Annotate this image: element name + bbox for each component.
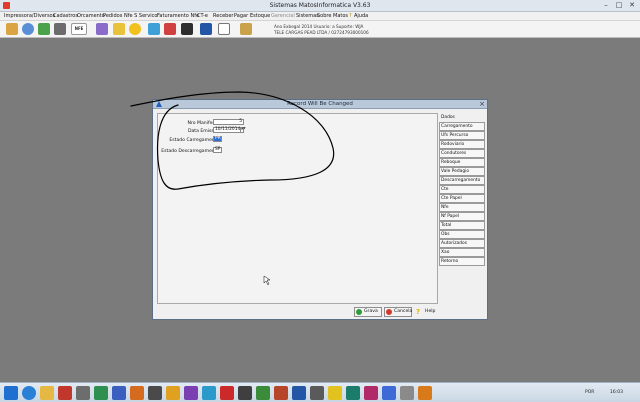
- firefox-icon[interactable]: [130, 386, 144, 400]
- tab-total[interactable]: Total: [439, 221, 485, 230]
- estado-carregamento-input[interactable]: PR: [213, 136, 222, 142]
- tab-nfe[interactable]: Nfe: [439, 203, 485, 212]
- record-dialog: Record Will Be Changed × Nro Manifesto: …: [152, 99, 488, 320]
- save-ok-label: Grava: [364, 309, 378, 314]
- tab-reboque[interactable]: Reboque: [439, 158, 485, 167]
- app5-icon[interactable]: [238, 386, 252, 400]
- tab-descarregamento[interactable]: Descarregamento: [439, 176, 485, 185]
- tools-icon[interactable]: [96, 23, 108, 35]
- app8-icon[interactable]: [292, 386, 306, 400]
- tab-nf-papel[interactable]: Nf Papel: [439, 212, 485, 221]
- clock[interactable]: 16:03: [610, 390, 623, 395]
- notes-icon[interactable]: [113, 23, 125, 35]
- coins-icon[interactable]: [129, 23, 141, 35]
- barcode-icon[interactable]: [181, 23, 193, 35]
- menu-faturamento-nfe[interactable]: Faturamento Nfe: [157, 13, 199, 19]
- menu-nfe-servico[interactable]: Nfe S Servico: [124, 13, 157, 19]
- menu-estoque[interactable]: Estoque: [250, 13, 270, 19]
- menu-gerencial[interactable]: Gerencial: [271, 13, 295, 19]
- menu-pedidos[interactable]: Pedidos: [103, 13, 122, 19]
- folder-icon[interactable]: [166, 386, 180, 400]
- minimize-button[interactable]: –: [600, 1, 612, 10]
- app15-icon[interactable]: [418, 386, 432, 400]
- menu-cte[interactable]: CT-e: [197, 13, 208, 19]
- menu-ajuda[interactable]: Ajuda: [354, 13, 368, 19]
- app-taskbar-icon[interactable]: [58, 386, 72, 400]
- users-icon[interactable]: [22, 23, 34, 35]
- menu-impressora[interactable]: Impressora/Diversos: [4, 13, 55, 19]
- tab-cte-papel[interactable]: Cte Papel: [439, 194, 485, 203]
- printer-icon[interactable]: [6, 23, 18, 35]
- media-icon[interactable]: [76, 386, 90, 400]
- help-button[interactable]: Help: [422, 307, 438, 317]
- cancel-icon: [386, 309, 392, 315]
- toolbar: NFE Ano Exbegal 2014 Usuario: a Suporte:…: [0, 21, 640, 38]
- menu-sobre-matos[interactable]: Sobre Matos: [317, 13, 348, 19]
- tab-obs[interactable]: Obs: [439, 230, 485, 239]
- tab-autorizados[interactable]: Autorizados: [439, 239, 485, 248]
- app2-icon[interactable]: [184, 386, 198, 400]
- terminal-icon[interactable]: [148, 386, 162, 400]
- app13-icon[interactable]: [382, 386, 396, 400]
- save-disk-icon[interactable]: [200, 23, 212, 35]
- calculator-icon[interactable]: [218, 23, 230, 35]
- explorer-icon[interactable]: [40, 386, 54, 400]
- excel-icon[interactable]: [94, 386, 108, 400]
- menu-bar: Impressora/Diversos Cadastros Orcamento …: [0, 12, 640, 21]
- email-icon[interactable]: [148, 23, 160, 35]
- help-menu-icon: ?: [349, 13, 352, 19]
- app14-icon[interactable]: [400, 386, 414, 400]
- cancel-label: Cancela: [394, 309, 413, 314]
- nfe-icon[interactable]: NFE: [71, 23, 87, 35]
- dialog-title: Record Will Be Changed: [287, 101, 353, 107]
- close-button[interactable]: ✕: [626, 1, 638, 10]
- tab-carregamento[interactable]: Carregamento: [439, 122, 485, 131]
- tab-ufs-percurso[interactable]: Ufs Percurso: [439, 131, 485, 140]
- cancel-button[interactable]: Cancela: [384, 307, 412, 317]
- estado-descarregamento-input[interactable]: SP: [213, 147, 222, 153]
- app7-icon[interactable]: [274, 386, 288, 400]
- language-indicator[interactable]: POR: [585, 390, 594, 395]
- app11-icon[interactable]: [346, 386, 360, 400]
- session-info-line1: Ano Exbegal 2014 Usuario: a Suporte: WJA: [274, 24, 364, 29]
- menu-orcamento[interactable]: Orcamento: [77, 13, 105, 19]
- check-icon[interactable]: [164, 23, 176, 35]
- taskbar: POR 16:03: [0, 382, 640, 402]
- menu-sistemas[interactable]: Sistemas: [296, 13, 319, 19]
- date-spinner[interactable]: ▲▼: [240, 127, 246, 133]
- tab-vale-pedagio[interactable]: Vale Pedagio: [439, 167, 485, 176]
- app-title: Sistemas MatosInformatica V3.63: [269, 2, 371, 9]
- app3-icon[interactable]: [202, 386, 216, 400]
- nro-manifesto-input[interactable]: 5: [213, 119, 244, 125]
- dialog-title-bar: Record Will Be Changed ×: [153, 100, 487, 109]
- start-icon[interactable]: [4, 386, 18, 400]
- dialog-close-icon[interactable]: ×: [479, 100, 485, 108]
- printer2-icon[interactable]: [54, 23, 66, 35]
- menu-pagar[interactable]: Pagar: [234, 13, 248, 19]
- tab-retorno[interactable]: Retorno: [439, 257, 485, 266]
- word-icon[interactable]: [112, 386, 126, 400]
- maximize-button[interactable]: □: [613, 1, 625, 10]
- menu-receber[interactable]: Receber: [213, 13, 233, 19]
- app10-icon[interactable]: [328, 386, 342, 400]
- ie-icon[interactable]: [22, 386, 36, 400]
- check-icon: [356, 309, 362, 315]
- tab-rodoviario[interactable]: Rodoviario: [439, 140, 485, 149]
- products-icon[interactable]: [38, 23, 50, 35]
- app4-icon[interactable]: [220, 386, 234, 400]
- app9-icon[interactable]: [310, 386, 324, 400]
- save-ok-button[interactable]: Grava: [354, 307, 382, 317]
- app6-icon[interactable]: [256, 386, 270, 400]
- exit-icon[interactable]: [240, 23, 252, 35]
- tab-dados[interactable]: Dados: [439, 113, 485, 122]
- app12-icon[interactable]: [364, 386, 378, 400]
- tab-cte[interactable]: Cte: [439, 185, 485, 194]
- form-panel: Nro Manifesto: 5 Data Emissão: 10/11/201…: [157, 113, 438, 304]
- app-title-bar: Sistemas MatosInformatica V3.63 – □ ✕: [0, 0, 640, 12]
- tab-xao[interactable]: Xao: [439, 248, 485, 257]
- tab-condutores[interactable]: Condutores: [439, 149, 485, 158]
- session-info-line2: TELE CARGAS PEAD LTDA / 02724793000106: [274, 30, 369, 35]
- help-label: Help: [425, 309, 436, 314]
- menu-cadastros[interactable]: Cadastros: [53, 13, 78, 19]
